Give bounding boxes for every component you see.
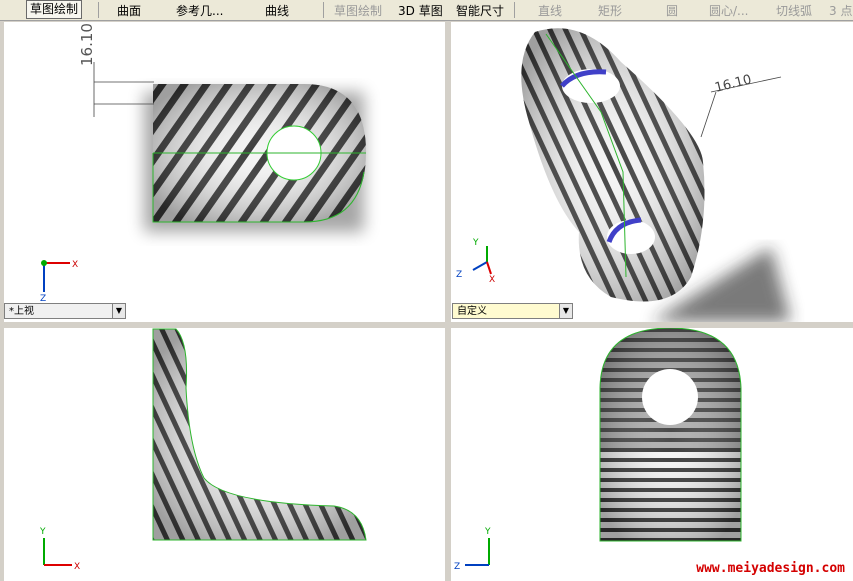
z-axis-arrow	[472, 261, 488, 271]
front-view-model[interactable]: Y X	[4, 328, 445, 581]
right-view-model[interactable]: Y Z	[451, 328, 853, 581]
chevron-down-icon[interactable]: ▼	[112, 304, 125, 318]
dimension-label: 16.10	[78, 23, 96, 66]
z-axis-label: Z	[454, 562, 460, 572]
y-axis-label: Y	[472, 238, 479, 248]
watermark-text: www.meiyadesign.com	[696, 561, 845, 576]
part-shading	[521, 28, 705, 302]
axis-origin	[41, 260, 47, 266]
part-shading	[600, 328, 741, 541]
z-axis-label: Z	[456, 270, 462, 280]
viewport-right-view[interactable]: Y Z	[451, 328, 853, 581]
dimension-label: 16.10	[713, 72, 753, 96]
dim-ext-line	[700, 91, 717, 138]
view-orientation-select[interactable]: *上视 ▼	[4, 303, 126, 319]
chevron-down-icon[interactable]: ▼	[559, 304, 572, 318]
x-axis-arrow	[486, 261, 492, 275]
viewport-front-view[interactable]: Y X	[4, 328, 445, 581]
x-axis-label: X	[72, 260, 78, 270]
view-orientation-value: 自定义	[457, 306, 487, 317]
x-axis-label: X	[489, 275, 495, 285]
top-view-model[interactable]: 16.10 X Z	[4, 22, 445, 322]
viewport-custom-view[interactable]: 16.10 Y Z X 自定义 ▼	[451, 22, 853, 322]
part-hole	[642, 369, 698, 425]
y-axis-label: Y	[484, 527, 491, 537]
view-orientation-value: *上视	[9, 306, 34, 317]
custom-view-model[interactable]: 16.10 Y Z X	[451, 22, 853, 322]
view-orientation-select[interactable]: 自定义 ▼	[452, 303, 573, 319]
part-shading	[153, 329, 366, 540]
viewport-top-view[interactable]: 16.10 X Z *上视 ▼	[4, 22, 445, 322]
x-axis-label: X	[74, 562, 80, 572]
part-hole-lower	[607, 220, 655, 254]
y-axis-label: Y	[39, 527, 46, 537]
